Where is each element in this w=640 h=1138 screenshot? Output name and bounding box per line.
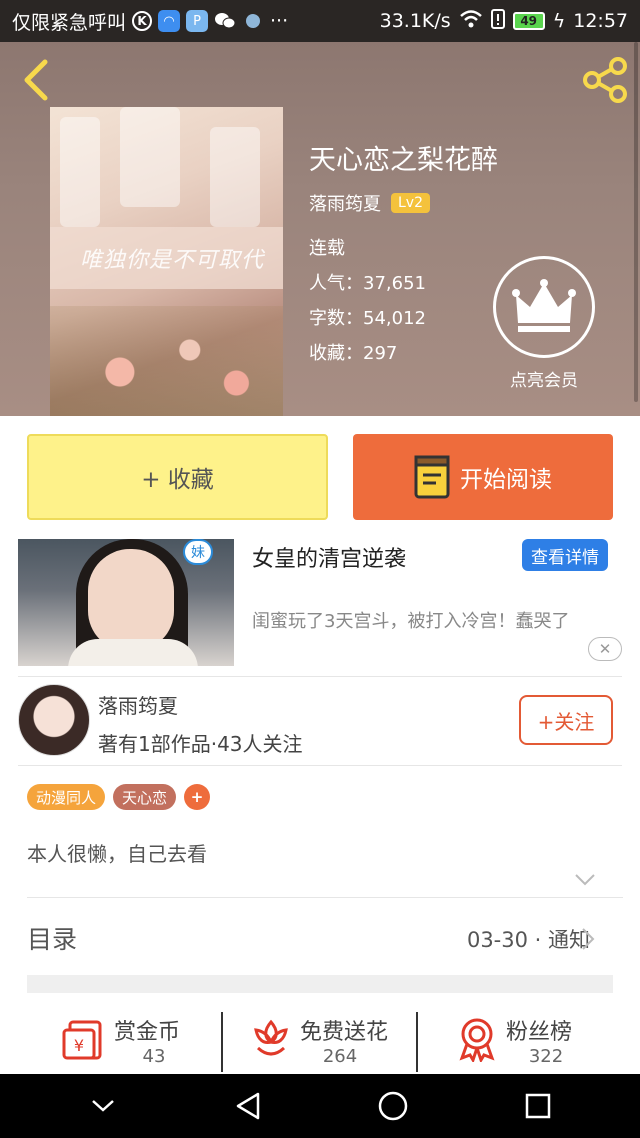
tag-list: 动漫同人 天心恋 + [27, 784, 211, 810]
more-icon: ··· [270, 10, 289, 32]
author-avatar[interactable] [18, 684, 90, 756]
divider [18, 765, 622, 766]
toc-open-button[interactable] [580, 926, 596, 952]
square-recents-icon [525, 1093, 550, 1119]
ad-description: 闺蜜玩了3天宫斗，被打入冷宫！蠢哭了 [252, 611, 570, 632]
wifi-icon [459, 9, 483, 33]
ad-detail-button[interactable]: 查看详情 [522, 539, 608, 571]
payment-app-icon: P [186, 10, 209, 32]
follow-button[interactable]: +关注 [519, 695, 613, 745]
author-card-name[interactable]: 落雨筠夏 [98, 690, 178, 719]
toc-update[interactable]: 03-30 · 通知 [467, 924, 590, 954]
charging-icon: ϟ [552, 10, 566, 32]
cover-decoration [120, 107, 180, 207]
back-button[interactable] [16, 56, 56, 104]
triangle-back-icon [236, 1092, 259, 1120]
back-arrow-icon [24, 59, 48, 101]
hide-nav-button[interactable] [78, 1081, 128, 1131]
cover-script-text: 唯独你是不可取代 [80, 248, 265, 273]
crown-icon [512, 279, 576, 332]
cover-decoration [210, 127, 260, 227]
flower-icon [254, 1019, 288, 1056]
ad-image-tag: 妹 [183, 539, 213, 565]
sim-alert-icon [490, 8, 505, 34]
fan-ranking-count: 322 [528, 1046, 564, 1067]
cover-decoration [60, 117, 100, 227]
reward-coin-count: 43 [142, 1046, 166, 1067]
free-flower-label: 免费送花 [300, 1020, 389, 1045]
word-count: 字数：54,012 [309, 308, 426, 329]
book-icon [414, 455, 450, 499]
free-flower-count: 264 [322, 1046, 358, 1067]
author-card-stats: 著有1部作品·43人关注 [98, 732, 303, 756]
nav-home-button[interactable] [368, 1081, 418, 1131]
ad-title[interactable]: 女皇的清宫逆袭 [252, 541, 406, 573]
tag-anime-fanfic[interactable]: 动漫同人 [27, 784, 106, 810]
app-notification-icon: ◠ [158, 10, 181, 32]
expand-intro-button[interactable] [574, 872, 596, 888]
author-name[interactable]: 落雨筠夏 [309, 190, 381, 216]
ad-image-face [88, 549, 174, 651]
app-notification-icon-2 [242, 10, 264, 32]
divider [18, 676, 622, 677]
status-left: 仅限紧急呼叫 K ◠ P ··· [12, 8, 288, 35]
clock: 12:57 [573, 10, 628, 32]
chevron-down-icon [575, 874, 595, 886]
svg-text:¥: ¥ [74, 1036, 84, 1055]
status-right: 33.1K/s 49 ϟ 12:57 [379, 8, 628, 34]
chevron-down-icon [91, 1100, 114, 1112]
share-button[interactable] [580, 56, 630, 104]
popularity: 人气：37,651 [309, 273, 426, 294]
k-app-icon: K [132, 11, 153, 31]
book-intro: 本人很懒，自己去看 [27, 842, 207, 866]
nav-recents-button[interactable] [513, 1081, 563, 1131]
fan-ranking-button[interactable]: 粉丝榜 322 [454, 1010, 594, 1074]
vip-label: 点亮会员 [510, 371, 578, 391]
carrier-text: 仅限紧急呼叫 [12, 11, 127, 34]
reward-coin-icon: ¥ [62, 1020, 102, 1060]
divider [27, 897, 623, 898]
free-flower-button[interactable]: 免费送花 264 [248, 1010, 408, 1074]
tag-tianxinlian[interactable]: 天心恋 [113, 784, 177, 810]
ad-close-button[interactable]: ✕ [588, 637, 622, 661]
book-title: 天心恋之梨花醉 [309, 145, 498, 176]
serial-status: 连载 [309, 238, 345, 259]
add-tag-button[interactable]: + [184, 784, 211, 810]
ad-image[interactable]: 妹 [18, 539, 234, 666]
fan-ranking-label: 粉丝榜 [506, 1020, 573, 1045]
cover-flowers [50, 306, 283, 416]
stat-separator [221, 1012, 223, 1072]
status-bar: 仅限紧急呼叫 K ◠ P ··· 33.1K/s 49 ϟ 12:57 [0, 0, 640, 42]
medal-icon [459, 1018, 495, 1062]
author-row: 落雨筠夏 Lv2 [309, 190, 430, 216]
reward-coin-label: 赏金币 [114, 1020, 181, 1045]
toc-preview-area [27, 975, 613, 993]
book-cover[interactable]: 唯独你是不可取代 [50, 107, 283, 416]
battery-icon: 49 [512, 12, 545, 30]
chevron-right-icon [582, 928, 595, 950]
favorites-count: 收藏：297 [309, 343, 398, 364]
start-reading-label: 开始阅读 [460, 467, 552, 493]
toc-label[interactable]: 目录 [27, 920, 77, 956]
level-badge: Lv2 [391, 193, 430, 213]
ad-image-shirt [68, 639, 198, 666]
reward-coin-button[interactable]: ¥ 赏金币 43 [62, 1010, 202, 1074]
wechat-icon [214, 10, 236, 32]
vip-button[interactable] [493, 256, 595, 358]
scrollbar[interactable] [634, 42, 638, 402]
start-reading-button[interactable]: 开始阅读 [353, 434, 613, 520]
nav-back-button[interactable] [223, 1081, 273, 1131]
stat-separator [416, 1012, 418, 1072]
system-nav-bar [0, 1074, 640, 1138]
share-icon [583, 57, 627, 103]
book-header: 唯独你是不可取代 天心恋之梨花醉 落雨筠夏 Lv2 连载 人气：37,651 字… [0, 42, 640, 416]
collect-button[interactable]: + 收藏 [27, 434, 328, 520]
net-speed: 33.1K/s [379, 10, 451, 32]
circle-home-icon [378, 1091, 407, 1121]
